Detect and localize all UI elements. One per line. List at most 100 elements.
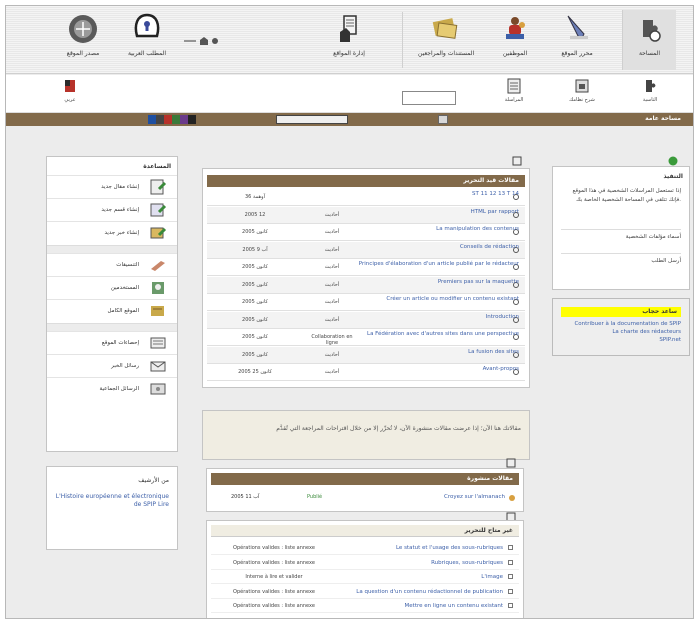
articles-in-progress: مقالات قيد التحرير ST 11 12 13 T 14 آوهمة…: [202, 168, 530, 388]
article-title-link[interactable]: La manipulation des contenus: [341, 226, 519, 232]
status-label: Opérations valides : liste annexe: [233, 603, 315, 609]
article-title-link[interactable]: La question d'un contenu rédactionnel de…: [356, 589, 503, 595]
people-icon: [506, 17, 525, 39]
color-swatch-red[interactable]: [164, 115, 172, 124]
table-row[interactable]: Introduction أحاديث 2005 كانون: [207, 311, 525, 329]
help-link-doc[interactable]: Contribuer à la documentation de SPIP: [563, 321, 681, 327]
article-title-link[interactable]: Croyez sur l'almanach: [444, 494, 505, 500]
article-title-link[interactable]: HTML par rapport: [341, 209, 519, 215]
article-title-link[interactable]: Mettre en ligne un contenu existant: [405, 603, 503, 609]
table-row[interactable]: Avant-propos أحاديث 2005 كانون 25: [207, 364, 525, 381]
article-title-link[interactable]: Créer un article ou modifier un contenu …: [341, 296, 519, 302]
article-title-link[interactable]: Premiers pas sur la maquette: [341, 279, 519, 285]
status-badge: أحاديث: [324, 369, 340, 375]
article-date: 2005 آب 9: [242, 246, 268, 253]
info-green-icon: [668, 156, 678, 166]
breadcrumb-bar: مساحة عامة: [6, 113, 693, 126]
table-row[interactable]: Mettre en ligne un contenu existant Opéra…: [211, 599, 519, 613]
published-title: مقالات منشورة: [211, 473, 519, 485]
color-swatch-purple[interactable]: [180, 115, 188, 124]
article-title-link[interactable]: Conseils de rédaction: [341, 244, 519, 250]
article-title-link[interactable]: Principes d'élaboration d'un article pub…: [341, 261, 519, 267]
nav-staff[interactable]: الموظفين: [488, 10, 542, 70]
article-title-link[interactable]: Avant-propos: [341, 366, 519, 372]
status-badge: أحاديث: [324, 281, 340, 288]
table-row[interactable]: Premiers pas sur la maquette أحاديث 2005 ك…: [207, 276, 525, 294]
search-input[interactable]: [402, 91, 456, 105]
color-swatch-black[interactable]: [188, 115, 196, 124]
table-row[interactable]: L'image Interne à lire et valider: [211, 570, 519, 584]
sidebar-item-stats[interactable]: إحصاءات الموقع: [47, 331, 177, 354]
envelope-icon: [150, 361, 166, 372]
stats-icon: [150, 337, 166, 349]
sidebar-item-formats[interactable]: التنسيقات: [47, 253, 177, 276]
nav-site-admin[interactable]: إدارة المواقع: [322, 10, 376, 70]
language-selector[interactable]: عربي: [52, 77, 88, 103]
table-row[interactable]: Croyez sur l'almanach Publié 2005 آب 11: [211, 491, 519, 505]
sidebar-item-full-site[interactable]: الموقع الكامل: [47, 299, 177, 322]
status-badge: أحاديث: [324, 229, 340, 235]
article-date: 2005 كانون: [242, 334, 268, 340]
sidebar-item-label: التنسيقات: [116, 262, 139, 268]
table-row[interactable]: HTML par rapport أحاديث 2005 12: [207, 206, 525, 224]
tracking-panel: غير متاح للتحرير Le statut et l'usage de…: [206, 520, 524, 618]
nav-documents[interactable]: المستندات والمراجعين: [418, 10, 474, 70]
table-row[interactable]: La fusion des sites أحاديث 2005 كانون: [207, 346, 525, 364]
article-title-link[interactable]: Le statut et l'usage des sous-rubriques: [396, 545, 503, 551]
sidebar-item-new-article[interactable]: إنشاء مقال جديد: [47, 175, 177, 198]
color-swatch-green[interactable]: [172, 115, 180, 124]
table-row[interactable]: La question d'un contenu rédactionnel de…: [211, 585, 519, 599]
tool-label: المراسلة: [504, 97, 524, 103]
article-title-link[interactable]: L'image: [481, 574, 503, 580]
article-title-link[interactable]: ST 11 12 13 T 14: [341, 191, 519, 197]
table-row[interactable]: Rubriques, sous-rubriques Opérations vali…: [211, 556, 519, 570]
status-badge: أحاديث: [324, 246, 340, 253]
users-icon: [152, 282, 164, 294]
nav-space[interactable]: المساحة: [622, 10, 676, 70]
sidebar-item-new-news[interactable]: إنشاء خبر جديد: [47, 221, 177, 244]
panel-link-send[interactable]: أرسل الطلب: [561, 253, 681, 267]
nav-arabic-request[interactable]: المطلب العربية: [120, 10, 174, 70]
color-swatch-gray[interactable]: [156, 115, 164, 124]
status-badge: Collaboration en ligne: [311, 334, 353, 346]
home-arrow-icon: [184, 37, 218, 45]
sidebar-separator: [47, 323, 177, 331]
section-select[interactable]: [276, 115, 348, 124]
calendar-button[interactable]: شرح نظامك: [564, 77, 600, 103]
home-button[interactable]: التاسية: [632, 77, 668, 103]
sidebar-item-users[interactable]: المستخدمين: [47, 276, 177, 299]
breadcrumb[interactable]: مساحة عامة: [645, 115, 681, 122]
folders-icon: [432, 18, 458, 39]
table-row[interactable]: Principes d'élaboration d'un article pub…: [207, 259, 525, 276]
help-link-spip[interactable]: SPIP.net: [563, 337, 681, 343]
color-swatch-blue[interactable]: [148, 115, 156, 124]
table-row[interactable]: ST 11 12 13 T 14 آوهمة 36: [207, 189, 525, 206]
sidebar-item-news-messages[interactable]: رسائل الخبر: [47, 354, 177, 377]
article-title-link[interactable]: La Fédération avec d'autres sites dans u…: [341, 331, 519, 337]
table-row[interactable]: La Fédération avec d'autres sites dans u…: [207, 329, 525, 346]
article-date: 2005 كانون 25: [238, 369, 272, 375]
sidebar-item-group-messages[interactable]: الرسائل الجماعية: [47, 377, 177, 400]
panel-link-personal[interactable]: أسماء مؤلفات الشخصية: [561, 229, 681, 243]
tool-label: التاسية: [642, 97, 658, 103]
sidebar-separator: [47, 245, 177, 253]
messaging-button[interactable]: المراسلة: [496, 77, 532, 103]
table-row[interactable]: Conseils de rédaction أحاديث 2005 آب 9: [207, 241, 525, 259]
article-title-link[interactable]: La fusion des sites: [341, 349, 519, 355]
nav-site-source[interactable]: مصدر الموقع: [56, 10, 110, 70]
panel-title: التنفيذ: [663, 173, 683, 180]
table-row[interactable]: La manipulation des contenus أحاديث 2005 ك…: [207, 224, 525, 241]
help-link-charter[interactable]: La charte des rédacteurs: [563, 329, 681, 335]
table-row[interactable]: Créer un article ou modifier un contenu …: [207, 294, 525, 311]
go-button[interactable]: [438, 115, 448, 124]
nav-label: مصدر الموقع: [66, 50, 100, 57]
sidebar-item-new-section[interactable]: إنشاء قسم جديد: [47, 198, 177, 221]
nav-site-editor[interactable]: محرر الموقع: [550, 10, 604, 70]
archive-link[interactable]: L'Histoire européenne et électronique de…: [55, 493, 169, 509]
document-icon: [506, 458, 516, 468]
sidebar-item-label: إنشاء مقال جديد: [101, 184, 139, 190]
table-row[interactable]: Le statut et l'usage des sous-rubriques O…: [211, 541, 519, 555]
sidebar-item-label: إنشاء قسم جديد: [101, 207, 139, 213]
article-title-link[interactable]: Rubriques, sous-rubriques: [431, 560, 503, 566]
article-title-link[interactable]: Introduction: [341, 314, 519, 320]
